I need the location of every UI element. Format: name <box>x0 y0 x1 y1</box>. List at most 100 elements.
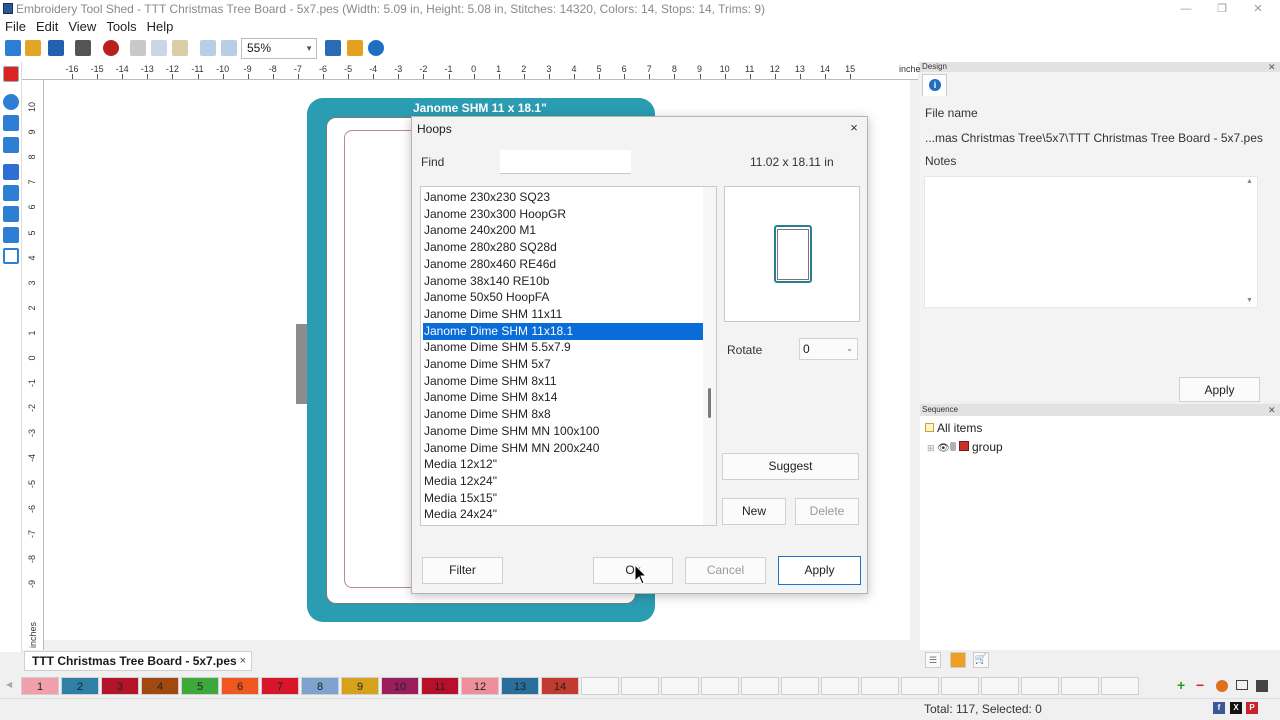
sequence-group[interactable]: group <box>972 440 1003 454</box>
delete-hoop-button[interactable]: Delete <box>795 498 859 525</box>
hoop-list-item[interactable]: Janome 230x230 SQ23 <box>423 189 705 206</box>
facebook-icon[interactable]: f <box>1213 702 1225 714</box>
notes-scroll-down-icon[interactable]: ▼ <box>1246 297 1253 304</box>
empty-color-slot[interactable] <box>1021 677 1059 695</box>
eye-icon[interactable]: 👁 <box>937 443 950 454</box>
new-file-icon[interactable] <box>5 40 21 56</box>
empty-color-slot[interactable] <box>581 677 619 695</box>
suggest-button[interactable]: Suggest <box>722 453 859 480</box>
hoop-list-item[interactable]: Media 12x12" <box>423 456 705 473</box>
hoop-list-item[interactable]: Janome 50x50 HoopFA <box>423 289 705 306</box>
empty-color-slot[interactable] <box>821 677 859 695</box>
menu-help[interactable]: Help <box>142 18 179 36</box>
save-icon[interactable] <box>48 40 64 56</box>
cancel-button[interactable]: Cancel <box>685 557 766 584</box>
empty-color-slot[interactable] <box>1101 677 1139 695</box>
thread-icon[interactable] <box>950 652 966 668</box>
color-swatch[interactable]: 13 <box>501 677 539 695</box>
notes-scroll-up-icon[interactable]: ▲ <box>1246 178 1253 185</box>
pinterest-icon[interactable]: P <box>1246 702 1258 714</box>
expand-icon[interactable]: ⊞ <box>927 443 935 454</box>
hoop-list-item[interactable]: Janome 280x280 SQ28d <box>423 239 705 256</box>
hoop-list-item[interactable]: Janome Dime SHM 11x18.1 <box>423 322 705 340</box>
open-folder-icon[interactable] <box>25 40 41 56</box>
hoop-list-item[interactable]: Janome 230x300 HoopGR <box>423 206 705 223</box>
color-swatch[interactable]: 5 <box>181 677 219 695</box>
empty-color-slot[interactable] <box>901 677 939 695</box>
color-swatch[interactable]: 2 <box>61 677 99 695</box>
cart-icon[interactable]: 🛒 <box>973 652 989 668</box>
color-swatch[interactable]: 3 <box>101 677 139 695</box>
hoop-list-item[interactable]: Media 12x24" <box>423 473 705 490</box>
hoop-list-item[interactable]: Janome Dime SHM 8x11 <box>423 373 705 390</box>
zoom-select[interactable]: 55% ▼ <box>241 38 317 59</box>
sequence-panel-close-icon[interactable]: ✕ <box>1268 405 1276 416</box>
empty-color-slot[interactable] <box>701 677 739 695</box>
color-swatch[interactable]: 1 <box>21 677 59 695</box>
empty-color-slot[interactable] <box>981 677 1019 695</box>
hoop-list-scroll-thumb[interactable] <box>708 388 711 418</box>
hoop-list-item[interactable]: Janome Dime SHM 11x11 <box>423 306 705 323</box>
color-swatch[interactable]: 8 <box>301 677 339 695</box>
empty-color-slot[interactable] <box>621 677 659 695</box>
empty-color-slot[interactable] <box>661 677 699 695</box>
copy-icon[interactable] <box>151 40 167 56</box>
color-swatch[interactable]: 9 <box>341 677 379 695</box>
color-swatch[interactable]: 7 <box>261 677 299 695</box>
empty-color-slot[interactable] <box>941 677 979 695</box>
hoop-list-item[interactable]: Media 15x15" <box>423 490 705 507</box>
lock-icon[interactable] <box>950 442 956 451</box>
menu-file[interactable]: File <box>0 18 31 36</box>
sequence-all-items[interactable]: All items <box>937 421 982 435</box>
empty-color-slot[interactable] <box>861 677 899 695</box>
undo-icon[interactable] <box>200 40 216 56</box>
hoop-list-scrollbar[interactable] <box>703 187 716 525</box>
document-tab[interactable]: TTT Christmas Tree Board - 5x7.pes × <box>24 651 252 671</box>
hoop-tool-icon[interactable] <box>3 248 19 264</box>
checklist-icon[interactable] <box>347 40 363 56</box>
color-swatch[interactable]: 4 <box>141 677 179 695</box>
cut-icon[interactable] <box>130 40 146 56</box>
list-view-icon[interactable]: ☰ <box>925 652 941 668</box>
close-window-icon[interactable]: ✕ <box>1240 0 1276 18</box>
hoop-list-item[interactable]: Janome Dime SHM MN 200x240 <box>423 440 705 457</box>
hoop-list-item[interactable]: Janome Dime SHM MN 100x100 <box>423 423 705 440</box>
maximize-icon[interactable]: ❐ <box>1204 0 1240 18</box>
ok-button[interactable]: Ok <box>593 557 673 584</box>
paste-icon[interactable] <box>172 40 188 56</box>
hoop-list-item[interactable]: Janome Dime SHM 8x14 <box>423 389 705 406</box>
color-swatch[interactable]: 10 <box>381 677 419 695</box>
hoop-3d-icon[interactable] <box>3 164 19 180</box>
redo-icon[interactable] <box>221 40 237 56</box>
properties-icon[interactable] <box>3 227 19 243</box>
hoop-list-item[interactable]: Janome 280x460 RE46d <box>423 256 705 273</box>
minimize-icon[interactable]: — <box>1168 0 1204 18</box>
apply-button[interactable]: Apply <box>778 556 861 585</box>
color-swatch[interactable]: 12 <box>461 677 499 695</box>
menu-view[interactable]: View <box>63 18 101 36</box>
document-tab-close-icon[interactable]: × <box>240 652 246 670</box>
hoop-list-item[interactable]: Janome 38x140 RE10b <box>423 273 705 290</box>
color-swatch[interactable]: 14 <box>541 677 579 695</box>
notes-textarea[interactable] <box>924 176 1258 308</box>
grid-icon[interactable] <box>3 185 19 201</box>
filter-button[interactable]: Filter <box>422 557 503 584</box>
info-icon[interactable] <box>368 40 384 56</box>
hoop-list-item[interactable]: Janome Dime SHM 5.5x7.9 <box>423 339 705 356</box>
color-swatch[interactable]: 6 <box>221 677 259 695</box>
new-hoop-button[interactable]: New <box>722 498 786 525</box>
empty-color-slot[interactable] <box>781 677 819 695</box>
zoom-icon[interactable] <box>3 94 19 110</box>
menu-tools[interactable]: Tools <box>101 18 141 36</box>
remove-color-icon[interactable]: − <box>1196 677 1204 693</box>
film-icon[interactable] <box>325 40 341 56</box>
rotate-select[interactable]: 0 ⌄ <box>799 338 858 360</box>
design-apply-button[interactable]: Apply <box>1179 377 1260 402</box>
hoop-list-item[interactable]: Janome Dime SHM 5x7 <box>423 356 705 373</box>
hoop-list-item[interactable]: Media 24x24" <box>423 506 705 523</box>
add-color-icon[interactable]: + <box>1177 677 1185 693</box>
measure-icon[interactable] <box>3 137 19 153</box>
thread-chart-icon[interactable] <box>1216 680 1228 692</box>
hoop-list-item[interactable]: Janome Dime SHM 8x8 <box>423 406 705 423</box>
select-arrow-icon[interactable] <box>3 66 19 82</box>
